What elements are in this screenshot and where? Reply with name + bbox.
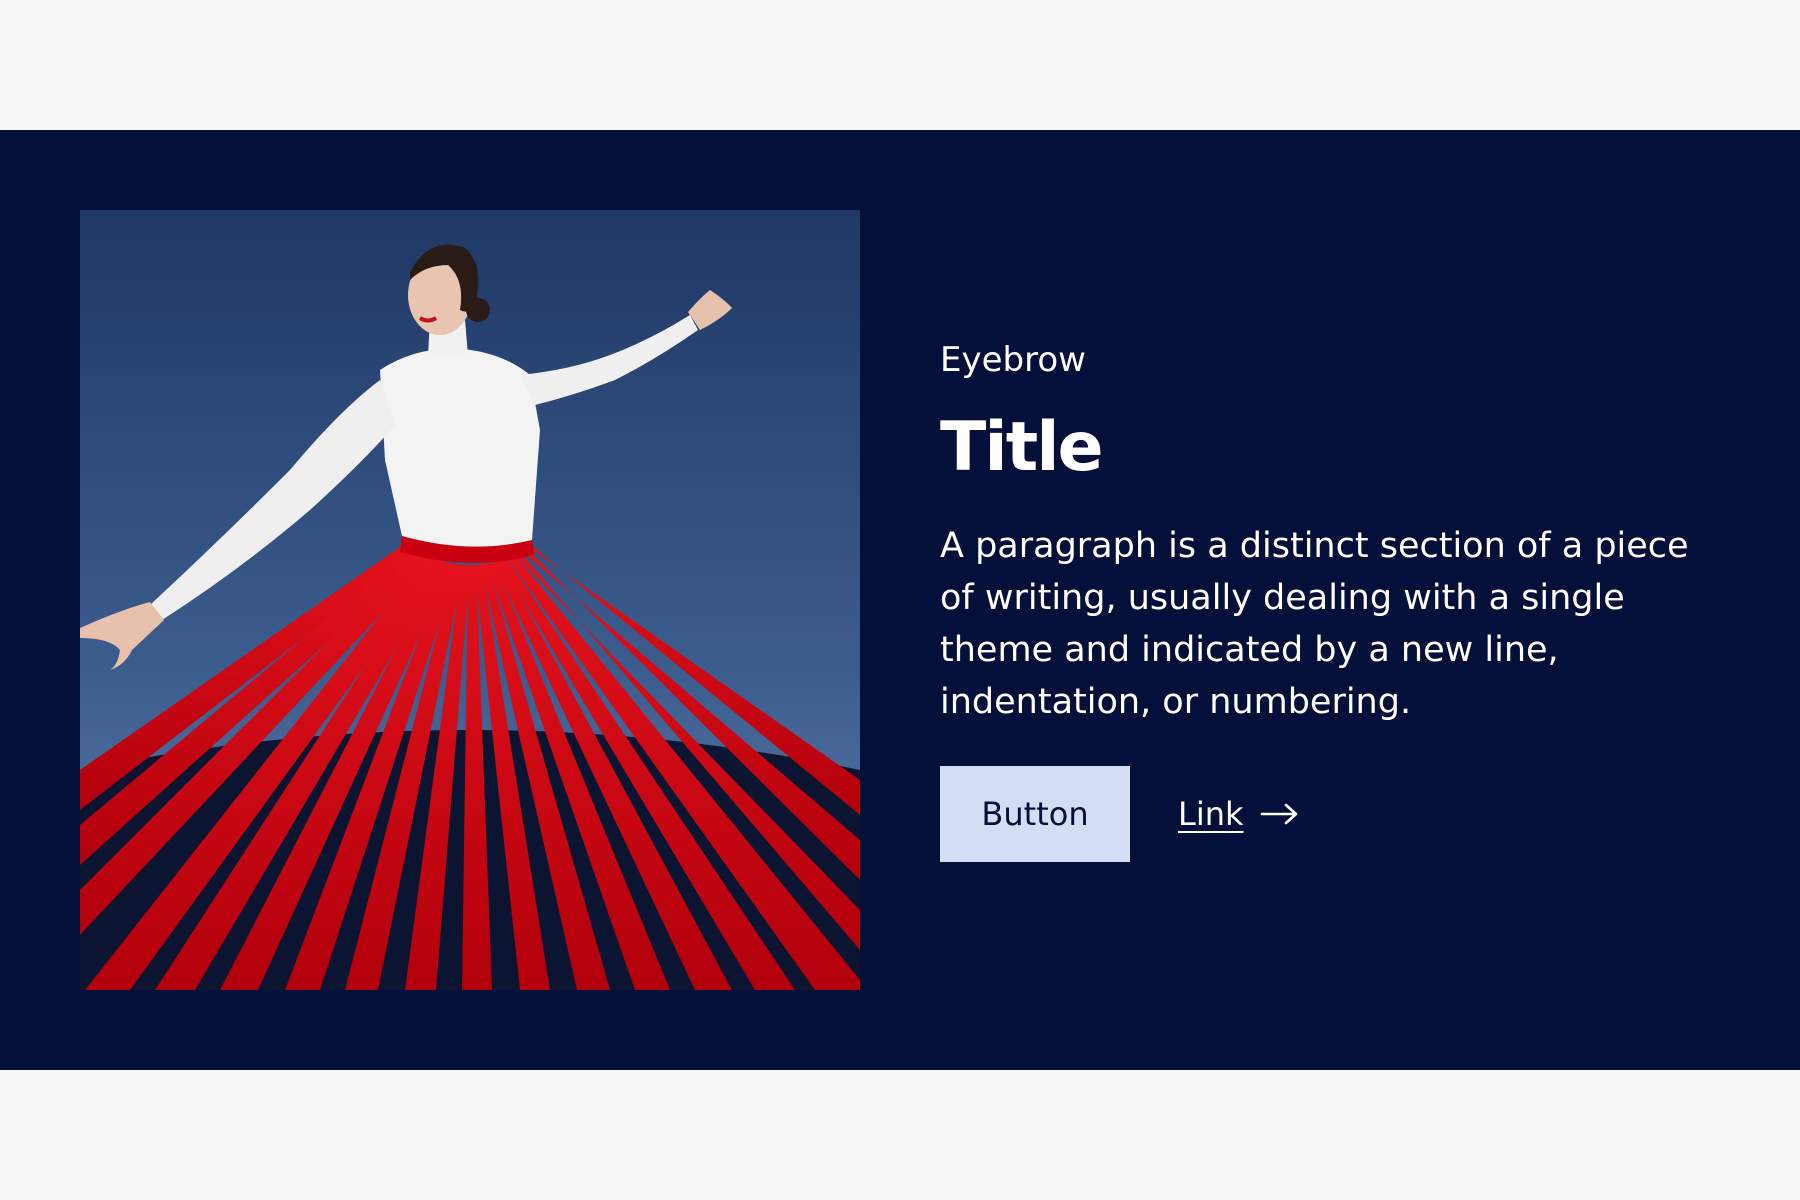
hero-content: Eyebrow Title A paragraph is a distinct … xyxy=(940,340,1700,862)
eyebrow-text: Eyebrow xyxy=(940,340,1086,380)
primary-button[interactable]: Button xyxy=(940,766,1130,862)
hero-title: Title xyxy=(940,408,1104,487)
dancer-photo-icon xyxy=(80,210,860,990)
hero-image xyxy=(80,210,860,990)
hero-link[interactable]: Link xyxy=(1178,795,1300,833)
hero-band: Eyebrow Title A paragraph is a distinct … xyxy=(0,130,1800,1070)
arrow-right-icon xyxy=(1260,803,1297,825)
link-label: Link xyxy=(1178,795,1244,833)
hero-actions: Button Link xyxy=(940,766,1700,862)
hero-paragraph: A paragraph is a distinct section of a p… xyxy=(940,526,1689,722)
